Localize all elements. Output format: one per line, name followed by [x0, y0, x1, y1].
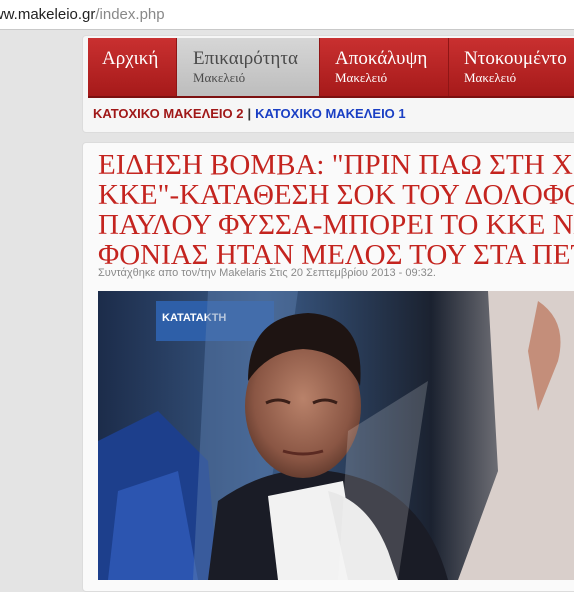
headline-line: ΦΟΝΙΑΣ ΗΤΑΝ ΜΕΛΟΣ ΤΟΥ ΣΤΑ ΠΕΤΡ: [98, 239, 574, 270]
nav-item-current-affairs[interactable]: Επικαιρότητα Μακελειό: [177, 38, 319, 96]
url-domain: www.makeleio.gr: [0, 6, 96, 23]
subnav-link-katoxiko-1[interactable]: ΚΑΤΟΧΙΚΟ ΜΑΚΕΛΕΙΟ 1: [255, 106, 406, 121]
url-path: /index.php: [95, 6, 165, 23]
nav-item-document-label: Ντοκουμέντο: [464, 48, 567, 69]
subnav-separator: |: [247, 106, 252, 121]
article-photo[interactable]: ΚΑΤΑΤΑΚΤΗ: [98, 291, 574, 580]
nav-item-revelation[interactable]: Αποκάλυψη Μακελειό: [320, 38, 448, 96]
article-meta: Συντάχθηκε απο τον/την Makelaris Στις 20…: [98, 267, 436, 279]
nav-item-document[interactable]: Ντοκουμέντο Μακελειό: [449, 38, 574, 96]
subnav-link-katoxiko-2[interactable]: ΚΑΤΟΧΙΚΟ ΜΑΚΕΛΕΙΟ 2: [93, 106, 244, 121]
headline-line: ΕΙΔΗΣΗ ΒΟΜΒΑ: "ΠΡΙΝ ΠΑΩ ΣΤΗ Χ.Α Η: [98, 150, 574, 181]
headline-line: ΠΑΥΛΟΥ ΦΥΣΣΑ-ΜΠΟΡΕΙ ΤΟ ΚΚΕ ΝΑ: [98, 209, 574, 241]
address-bar[interactable]: www.makeleio.gr/index.php: [0, 0, 574, 30]
headline-line: ΚΚΕ"-ΚΑΤΑΘΕΣΗ ΣΟΚ ΤΟΥ ΔΟΛΟΦΟΝ: [98, 179, 574, 211]
nav-item-home-label: Αρχική: [102, 48, 159, 69]
nav-item-document-sub: Μακελειό: [464, 70, 517, 85]
nav-item-revelation-label: Αποκάλυψη: [335, 48, 428, 69]
main-nav: Αρχική Επικαιρότητα Μακελειό Αποκάλυψη Μ…: [88, 38, 574, 98]
nav-item-current-affairs-label: Επικαιρότητα: [193, 48, 298, 69]
article-headline[interactable]: ΕΙΔΗΣΗ ΒΟΜΒΑ: "ΠΡΙΝ ΠΑΩ ΣΤΗ Χ.Α Η ΚΚΕ"-Κ…: [98, 150, 574, 270]
sub-navigation: ΚΑΤΟΧΙΚΟ ΜΑΚΕΛΕΙΟ 2 | ΚΑΤΟΧΙΚΟ ΜΑΚΕΛΕΙΟ 1: [93, 106, 406, 121]
url-text[interactable]: www.makeleio.gr/index.php: [0, 6, 165, 23]
nav-item-home[interactable]: Αρχική: [88, 38, 176, 96]
photo-illustration: ΚΑΤΑΤΑΚΤΗ: [98, 291, 574, 580]
nav-item-revelation-sub: Μακελειό: [335, 70, 388, 85]
nav-item-current-affairs-sub: Μακελειό: [193, 70, 246, 85]
